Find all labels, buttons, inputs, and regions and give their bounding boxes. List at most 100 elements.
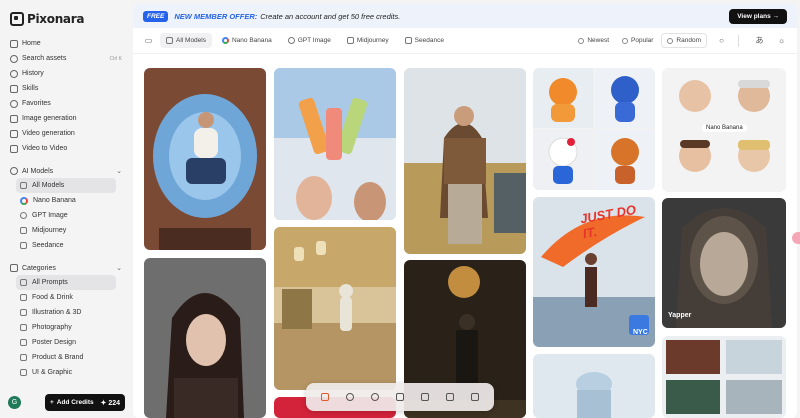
heart-icon [10, 99, 18, 108]
midjourney-icon [20, 227, 27, 234]
nav-video-generation[interactable]: Video generation [0, 126, 132, 141]
dock-history-button[interactable] [343, 390, 357, 404]
sidebar-footer: G + Add Credits ✦ 224 [0, 394, 132, 412]
logo-icon [10, 12, 24, 26]
fire-icon [622, 37, 629, 44]
credits-count: ✦ 224 [100, 399, 121, 407]
sidebar-category-poster-design[interactable]: Poster Design [0, 335, 132, 350]
poster-icon [20, 339, 27, 346]
bottom-dock [306, 383, 494, 411]
sidebar-category-illustration-3d[interactable]: Illustration & 3D [0, 305, 132, 320]
openai-icon [287, 37, 295, 44]
dock-video-button[interactable] [418, 390, 432, 404]
brand-tag: Yapper [668, 312, 692, 319]
seedance-icon [404, 37, 412, 44]
add-credits-button[interactable]: + Add Credits ✦ 224 [45, 394, 125, 411]
dock-home-button[interactable] [318, 390, 332, 404]
offer-title: NEW MEMBER OFFER: [174, 11, 258, 21]
gallery-card[interactable] [274, 227, 396, 390]
gallery-card[interactable] [144, 68, 266, 250]
midjourney-icon [346, 37, 354, 44]
nav-favorites[interactable]: Favorites [0, 96, 132, 111]
gallery-card[interactable]: JUST DO IT. NYC [533, 197, 655, 347]
view-plans-button[interactable]: View plans → [729, 8, 787, 24]
grid-icon [20, 182, 27, 189]
nav-home[interactable]: Home [0, 36, 132, 51]
settings-icon[interactable]: ☼ [774, 33, 789, 48]
gallery-card[interactable] [144, 258, 266, 418]
google-icon [221, 37, 229, 44]
gallery-card[interactable] [662, 336, 786, 418]
model-tag: Nano Banana [702, 124, 747, 132]
search-icon [10, 54, 18, 63]
dock-profile-button[interactable] [393, 390, 407, 404]
filter-gpt-image[interactable]: GPT Image [282, 33, 337, 48]
openai-icon [20, 212, 27, 219]
dock-sparkle-button[interactable] [468, 390, 482, 404]
ui-icon [20, 369, 27, 376]
sidebar-category-product-brand[interactable]: Product & Brand [0, 350, 132, 365]
sidebar-toggle-icon[interactable]: ▭ [141, 33, 156, 48]
app-logo[interactable]: Pixonara [0, 8, 132, 30]
sidebar-category-all-prompts[interactable]: All Prompts [16, 275, 116, 290]
history-icon [10, 69, 18, 78]
home-icon [320, 393, 329, 401]
theme-toggle-icon[interactable]: ○ [714, 33, 729, 48]
gallery-card[interactable]: Nano Banana [662, 68, 786, 192]
gallery-card[interactable]: Yapper [662, 198, 786, 328]
ai-models-section-toggle[interactable]: AI Models ⌄ [0, 164, 132, 178]
nav-search-assets[interactable]: Search assets Ctrl K [0, 51, 132, 66]
sidebar-model-nano-banana[interactable]: Nano Banana [0, 193, 132, 208]
heart-icon [370, 393, 379, 401]
sidebar-model-all[interactable]: All Models [16, 178, 116, 193]
main-nav: Home Search assets Ctrl K History Skills … [0, 36, 132, 156]
image-icon [10, 114, 18, 123]
dock-favorites-button[interactable] [368, 390, 382, 404]
sort-popular[interactable]: Popular [617, 33, 658, 48]
gallery-card[interactable] [533, 354, 655, 418]
chevron-down-icon: ⌄ [116, 168, 122, 175]
filter-nano-banana[interactable]: Nano Banana [216, 33, 278, 48]
skills-icon [10, 84, 18, 93]
sidebar-model-seedance[interactable]: Seedance [0, 238, 132, 253]
nav-video-to-video[interactable]: Video to Video [0, 141, 132, 156]
sidebar-category-photography[interactable]: Photography [0, 320, 132, 335]
app-root: Pixonara Home Search assets Ctrl K Histor… [0, 0, 800, 418]
sidebar-category-food-drink[interactable]: Food & Drink [0, 290, 132, 305]
free-badge: FREE [143, 10, 169, 22]
ai-icon [10, 167, 18, 175]
nav-skills[interactable]: Skills [0, 81, 132, 96]
gallery-card[interactable] [533, 68, 655, 190]
product-icon [20, 354, 27, 361]
main-panel: FREE NEW MEMBER OFFER: Create an account… [133, 4, 797, 418]
avatar[interactable]: G [8, 396, 21, 409]
filter-seedance[interactable]: Seedance [399, 33, 450, 48]
user-icon [395, 393, 404, 401]
sidebar: Pixonara Home Search assets Ctrl K Histor… [0, 0, 132, 418]
filter-midjourney[interactable]: Midjourney [341, 33, 395, 48]
illustration-icon [20, 309, 27, 316]
sidebar-model-gpt-image[interactable]: GPT Image [0, 208, 132, 223]
gallery-card[interactable] [274, 68, 396, 220]
offer-banner: FREE NEW MEMBER OFFER: Create an account… [133, 4, 797, 28]
dock-gift-button[interactable] [443, 390, 457, 404]
plus-icon: + [50, 399, 54, 406]
filter-all-models[interactable]: All Models [160, 33, 212, 48]
categories-section-toggle[interactable]: Categories ⌄ [0, 261, 132, 275]
divider [738, 34, 739, 47]
video-transform-icon [10, 144, 18, 153]
nav-history[interactable]: History [0, 66, 132, 81]
sort-random[interactable]: Random [661, 33, 707, 48]
translate-icon[interactable]: あ [752, 33, 767, 48]
seedance-icon [20, 242, 27, 249]
grid-icon [20, 279, 27, 286]
sort-newest[interactable]: Newest [573, 33, 614, 48]
feedback-tab[interactable] [792, 232, 800, 244]
sidebar-model-midjourney[interactable]: Midjourney [0, 223, 132, 238]
sort-group: Newest Popular Random ○ あ ☼ [573, 33, 789, 48]
nav-image-generation[interactable]: Image generation [0, 111, 132, 126]
sidebar-category-ui-graphic[interactable]: UI & Graphic [0, 365, 132, 380]
gallery-card[interactable] [404, 68, 526, 254]
shuffle-icon [667, 37, 674, 44]
sparkle-icon [471, 393, 480, 401]
